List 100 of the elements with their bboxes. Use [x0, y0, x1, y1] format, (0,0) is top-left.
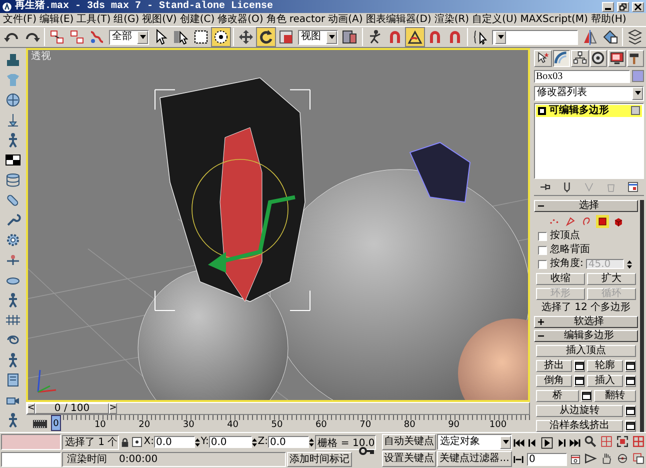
command-button[interactable]: 插入顶点: [536, 345, 636, 357]
skip-to-start-icon[interactable]: [513, 436, 525, 448]
key-mode-icon[interactable]: [513, 454, 524, 465]
command-button[interactable]: 桥: [536, 390, 578, 402]
settings-button[interactable]: [625, 405, 636, 417]
object-color-swatch[interactable]: [632, 70, 644, 82]
settings-button[interactable]: [580, 390, 592, 402]
command-button[interactable]: 翻转: [594, 390, 636, 402]
pin-icon[interactable]: [539, 181, 551, 193]
command-button[interactable]: 收缩: [536, 273, 585, 285]
menu-item[interactable]: 图表编辑器(D): [366, 13, 432, 26]
cross-pin-icon[interactable]: [5, 252, 21, 268]
menu-item[interactable]: reactor: [289, 13, 326, 26]
previous-frame-button[interactable]: <: [27, 403, 35, 414]
track-bar-ruler[interactable]: 0 10 20 30 40 50 60 70 80 90 100: [54, 415, 530, 432]
spinner-arrows-icon[interactable]: [308, 438, 314, 446]
frame-field[interactable]: 0: [527, 453, 567, 466]
cylinder-icon[interactable]: [5, 172, 21, 188]
set-key-button[interactable]: 设置关键点: [382, 451, 436, 467]
orbit-icon[interactable]: [616, 452, 628, 465]
checker-icon[interactable]: [5, 152, 21, 168]
menu-item[interactable]: 帮助(H): [590, 13, 626, 26]
checkbox[interactable]: [538, 246, 547, 254]
time-configuration-icon[interactable]: [570, 454, 581, 465]
stack-item[interactable]: 可编辑多边形: [536, 104, 642, 117]
scrollbar[interactable]: [640, 200, 644, 432]
restore-button[interactable]: [617, 2, 629, 12]
menu-item[interactable]: 编辑(E): [40, 13, 74, 26]
magnifier-icon[interactable]: [584, 435, 596, 448]
dropdown[interactable]: [492, 30, 578, 44]
next-frame-button[interactable]: >: [109, 403, 117, 414]
spinner-arrows-icon[interactable]: [252, 438, 257, 446]
spinner-arrows-icon[interactable]: [194, 438, 200, 446]
wrench-icon[interactable]: [5, 212, 21, 228]
command-panel-tab[interactable]: [552, 50, 570, 67]
menu-item[interactable]: 工具(T): [76, 13, 111, 26]
triangle-icon[interactable]: [584, 452, 596, 465]
menu-item[interactable]: 自定义(U): [472, 13, 518, 26]
subobject-button[interactable]: [564, 214, 576, 228]
box-icon[interactable]: [631, 106, 640, 116]
menu-item[interactable]: 创建(C): [180, 13, 215, 26]
command-button[interactable]: 扩大: [587, 273, 636, 285]
settings-button[interactable]: [625, 360, 636, 372]
auto-key-button[interactable]: 自动关键点: [382, 434, 436, 450]
cubes-icon[interactable]: [5, 52, 21, 68]
settings-button[interactable]: [574, 375, 585, 387]
gear-icon[interactable]: [5, 232, 21, 248]
menu-item[interactable]: 角色: [266, 13, 286, 26]
window-list-icon[interactable]: [627, 181, 639, 193]
subobject-button[interactable]: [596, 214, 608, 228]
menu-item[interactable]: 文件(F): [3, 13, 37, 26]
skip-to-end-icon[interactable]: [569, 436, 581, 448]
lattice-icon[interactable]: [5, 312, 21, 328]
crosshair-square-icon[interactable]: [130, 436, 143, 448]
caret-icon[interactable]: [500, 436, 511, 448]
key-set-dropdown[interactable]: 选定对象: [437, 434, 512, 450]
command-button[interactable]: 倒角: [536, 375, 572, 387]
play-icon[interactable]: [541, 436, 553, 448]
close-button[interactable]: [632, 2, 644, 12]
checkbox[interactable]: [538, 232, 547, 240]
minimize-button[interactable]: [602, 2, 614, 12]
caret-icon[interactable]: [326, 30, 337, 44]
add-time-tag-button[interactable]: 添加时间标记: [287, 452, 352, 466]
menu-item[interactable]: 渲染(R): [434, 13, 470, 26]
command-button[interactable]: 沿样条线挤出: [536, 420, 623, 432]
fork-icon[interactable]: [561, 181, 573, 193]
toolbar-button[interactable]: [405, 27, 425, 47]
modifier-list-dropdown[interactable]: 修改器列表: [534, 86, 644, 101]
lock-icon[interactable]: [120, 436, 130, 448]
rollout-header[interactable]: 选择: [534, 200, 638, 212]
coordinate-field[interactable]: 0.0: [208, 436, 252, 448]
settings-button[interactable]: [625, 375, 636, 387]
caret-icon[interactable]: [137, 30, 148, 44]
toggle-square-icon[interactable]: [538, 106, 546, 115]
command-button[interactable]: 插入: [587, 375, 623, 387]
time-slider-thumb[interactable]: < 0 / 100 >: [27, 402, 117, 414]
checkbox-label[interactable]: 按顶点: [550, 230, 580, 242]
lamp-icon[interactable]: [5, 112, 21, 128]
coordinate-field[interactable]: 0.0: [154, 436, 195, 448]
panel-icon[interactable]: [5, 372, 21, 388]
menu-item[interactable]: 组(G): [114, 13, 140, 26]
checkbox-label[interactable]: 忽略背面: [550, 244, 590, 256]
spinner-arrows-icon[interactable]: [627, 260, 632, 268]
toolbar-button[interactable]: [211, 27, 231, 47]
command-button[interactable]: 轮廓: [587, 360, 623, 372]
menu-item[interactable]: 视图(V): [142, 13, 177, 26]
dropdown[interactable]: 全部: [109, 30, 149, 44]
toolbar-button[interactable]: [256, 27, 276, 47]
menu-item[interactable]: 修改器(O): [218, 13, 264, 26]
command-button[interactable]: 挤出: [536, 360, 572, 372]
object-name-field[interactable]: Box03: [534, 70, 630, 83]
rollout-header[interactable]: 编辑多边形: [534, 330, 638, 342]
dropdown[interactable]: 视图: [298, 30, 338, 44]
settings-button[interactable]: [625, 420, 636, 432]
maximize-view-icon[interactable]: [632, 452, 644, 465]
key-filters-button[interactable]: 关键点过滤器...: [437, 451, 512, 467]
caret-icon[interactable]: [495, 30, 506, 44]
coordinate-field[interactable]: 0.0: [268, 436, 309, 448]
menu-item[interactable]: 动画(A): [328, 13, 363, 26]
settings-button[interactable]: [574, 360, 585, 372]
